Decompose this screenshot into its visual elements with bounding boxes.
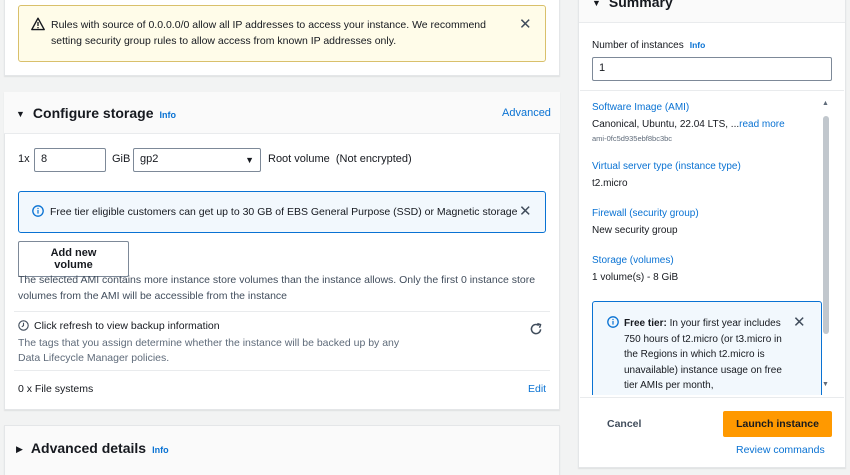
scrollbar-thumb[interactable] bbox=[823, 116, 829, 334]
divider bbox=[14, 311, 550, 312]
refresh-icon[interactable] bbox=[529, 322, 543, 339]
dismiss-warning-button[interactable]: ✕ bbox=[519, 17, 532, 32]
number-of-instances-text: Number of instances bbox=[592, 40, 684, 51]
scroll-up-icon[interactable]: ▲ bbox=[822, 100, 829, 107]
clock-icon bbox=[18, 320, 29, 334]
volume-size-unit: GiB bbox=[112, 153, 131, 165]
dismiss-free-tier-button[interactable]: ✕ bbox=[519, 204, 532, 219]
advanced-details-info-link[interactable]: Info bbox=[152, 445, 169, 455]
storage-summary-link[interactable]: Storage (volumes) bbox=[592, 255, 674, 266]
advanced-link[interactable]: Advanced bbox=[502, 107, 551, 119]
instance-type-summary-link[interactable]: Virtual server type (instance type) bbox=[592, 161, 741, 172]
divider bbox=[580, 90, 844, 91]
free-tier-storage-alert: Free tier eligible customers can get up … bbox=[18, 191, 546, 233]
free-tier-bold: Free tier: bbox=[624, 318, 667, 329]
caret-down-icon: ▼ bbox=[245, 155, 254, 165]
number-of-instances-label: Number of instances Info bbox=[592, 40, 705, 51]
instances-info-link[interactable]: Info bbox=[690, 40, 706, 50]
storage-info-link[interactable]: Info bbox=[160, 110, 177, 120]
free-tier-summary-text: Free tier: In your first year includes 7… bbox=[624, 316, 784, 394]
configure-storage-toggle[interactable]: ▼ Configure storage Info bbox=[16, 105, 176, 121]
ami-value-text: Canonical, Ubuntu, 22.04 LTS, ... bbox=[592, 119, 740, 130]
cancel-button[interactable]: Cancel bbox=[607, 418, 641, 430]
instance-type-summary-value: t2.micro bbox=[592, 178, 628, 189]
free-tier-summary-alert: Free tier: In your first year includes 7… bbox=[592, 301, 822, 395]
edit-file-systems-link[interactable]: Edit bbox=[528, 383, 546, 395]
volume-size-input[interactable]: 8 bbox=[34, 148, 106, 172]
advanced-details-toggle[interactable]: ▶ Advanced details Info bbox=[16, 440, 169, 456]
ami-summary-link[interactable]: Software Image (AMI) bbox=[592, 102, 689, 113]
section-title: Advanced details bbox=[30, 440, 147, 456]
number-of-instances-input[interactable]: 1 bbox=[592, 57, 832, 81]
free-tier-storage-text: Free tier eligible customers can get up … bbox=[50, 206, 518, 218]
ami-read-more-link[interactable]: read more bbox=[739, 119, 785, 130]
dismiss-free-tier-summary-button[interactable]: ✕ bbox=[793, 315, 806, 330]
summary-toggle[interactable]: ▼ Summary bbox=[592, 0, 673, 10]
volume-type-select[interactable]: gp2 ▼ bbox=[133, 148, 261, 172]
launch-instance-button[interactable]: Launch instance bbox=[723, 411, 832, 437]
info-circle-icon bbox=[32, 205, 44, 220]
ami-instance-store-note: The selected AMI contains more instance … bbox=[18, 274, 536, 302]
volume-type-value: gp2 bbox=[140, 153, 159, 165]
ami-summary-value: Canonical, Ubuntu, 22.04 LTS, ...read mo… bbox=[592, 119, 785, 130]
firewall-summary-value: New security group bbox=[592, 225, 678, 236]
storage-summary-value: 1 volume(s) - 8 GiB bbox=[592, 272, 679, 283]
warning-alert: Rules with source of 0.0.0.0/0 allow all… bbox=[18, 5, 546, 62]
warning-text: Rules with source of 0.0.0.0/0 allow all… bbox=[51, 19, 486, 47]
volume-count-label: 1x bbox=[18, 153, 30, 165]
caret-down-icon: ▼ bbox=[592, 0, 601, 8]
firewall-summary-link[interactable]: Firewall (security group) bbox=[592, 208, 699, 219]
info-circle-icon bbox=[607, 316, 619, 331]
divider bbox=[580, 397, 844, 398]
file-systems-label: 0 x File systems bbox=[18, 383, 94, 395]
warning-icon bbox=[31, 17, 45, 31]
root-volume-label: Root volume (Not encrypted) bbox=[268, 153, 412, 165]
summary-scroll-region: Software Image (AMI) Canonical, Ubuntu, … bbox=[580, 92, 830, 395]
caret-down-icon: ▼ bbox=[16, 109, 25, 119]
review-commands-link[interactable]: Review commands bbox=[736, 444, 825, 456]
scroll-down-icon[interactable]: ▼ bbox=[822, 381, 829, 388]
backup-info-title: Click refresh to view backup information bbox=[34, 320, 220, 332]
ami-id: ami-0fc5d935ebf8bc3bc bbox=[592, 134, 673, 143]
backup-info-description: The tags that you assign determine wheth… bbox=[18, 337, 400, 364]
divider bbox=[14, 370, 550, 371]
summary-title: Summary bbox=[608, 0, 673, 10]
caret-right-icon: ▶ bbox=[16, 444, 23, 454]
summary-scrollbar[interactable]: ▲ ▼ bbox=[821, 100, 831, 392]
section-title: Configure storage bbox=[32, 105, 154, 121]
